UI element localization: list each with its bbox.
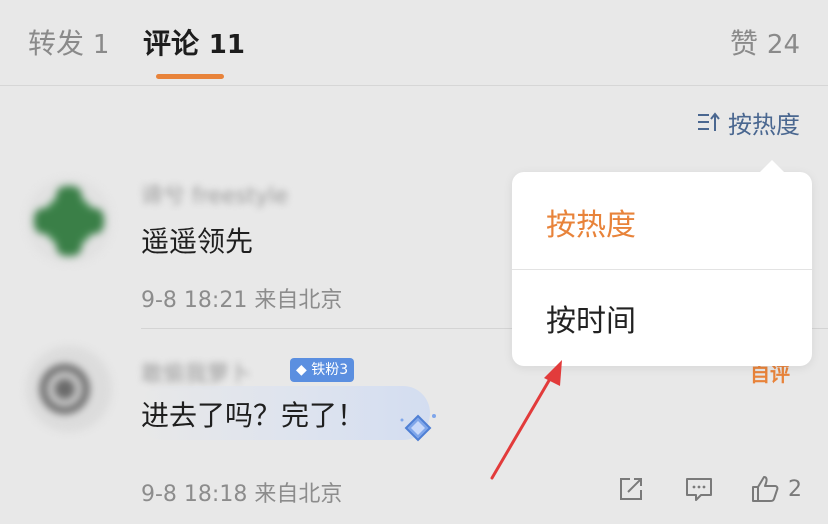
sort-button[interactable]: 按热度	[696, 104, 800, 140]
sort-label: 按热度	[728, 110, 800, 139]
tab-repost-count: 1	[92, 30, 110, 60]
fan-badge-label: 铁粉3	[311, 362, 349, 378]
tab-comment-count: 11	[208, 30, 245, 60]
gem-decoration-icon	[400, 414, 436, 442]
comment-username[interactable]: 谛兮 freestyle	[141, 178, 288, 210]
share-button[interactable]	[616, 474, 646, 504]
tab-comment-label: 评论	[143, 27, 200, 60]
tab-like-count: 24	[766, 30, 800, 60]
like-count: 2	[788, 476, 802, 502]
dropdown-item-sort-by-hot[interactable]: 按热度	[512, 174, 812, 270]
dropdown-item-label: 按热度	[546, 208, 636, 243]
avatar[interactable]	[26, 346, 112, 432]
annotation-arrow-icon	[490, 360, 562, 480]
comment-text: 遥遥领先	[141, 225, 254, 258]
comment-text: 进去了吗？完了！	[141, 399, 366, 432]
share-icon	[620, 478, 642, 500]
comment-actions: 2	[616, 474, 802, 504]
sort-dropdown: 按热度 按时间	[512, 160, 812, 366]
fan-badge: ◆ 铁粉3	[290, 358, 355, 382]
active-tab-indicator	[156, 74, 224, 79]
dropdown-item-sort-by-time[interactable]: 按时间	[512, 270, 812, 366]
comment-meta: 9-8 18:18 来自北京	[141, 482, 343, 507]
tab-like[interactable]: 赞 24	[730, 24, 800, 65]
avatar[interactable]	[26, 178, 112, 264]
tab-like-label: 赞	[729, 27, 758, 60]
tab-comment[interactable]: 评论 11	[143, 24, 245, 65]
like-button[interactable]: 2	[750, 474, 802, 504]
comment-meta: 9-8 18:21 来自北京	[141, 288, 343, 313]
diamond-icon: ◆	[296, 362, 307, 378]
comment-icon	[686, 478, 712, 501]
tab-bar: 转发 1 评论 11 赞 24	[0, 0, 828, 86]
sort-icon	[698, 112, 720, 131]
tab-repost[interactable]: 转发 1	[28, 24, 109, 65]
reply-button[interactable]	[684, 474, 714, 504]
tab-repost-label: 转发	[28, 27, 85, 60]
dropdown-item-label: 按时间	[546, 304, 636, 339]
dropdown-caret	[760, 160, 784, 172]
thumbs-up-icon	[752, 476, 779, 502]
comment-username[interactable]: 敢偷我萝卜	[141, 356, 251, 388]
